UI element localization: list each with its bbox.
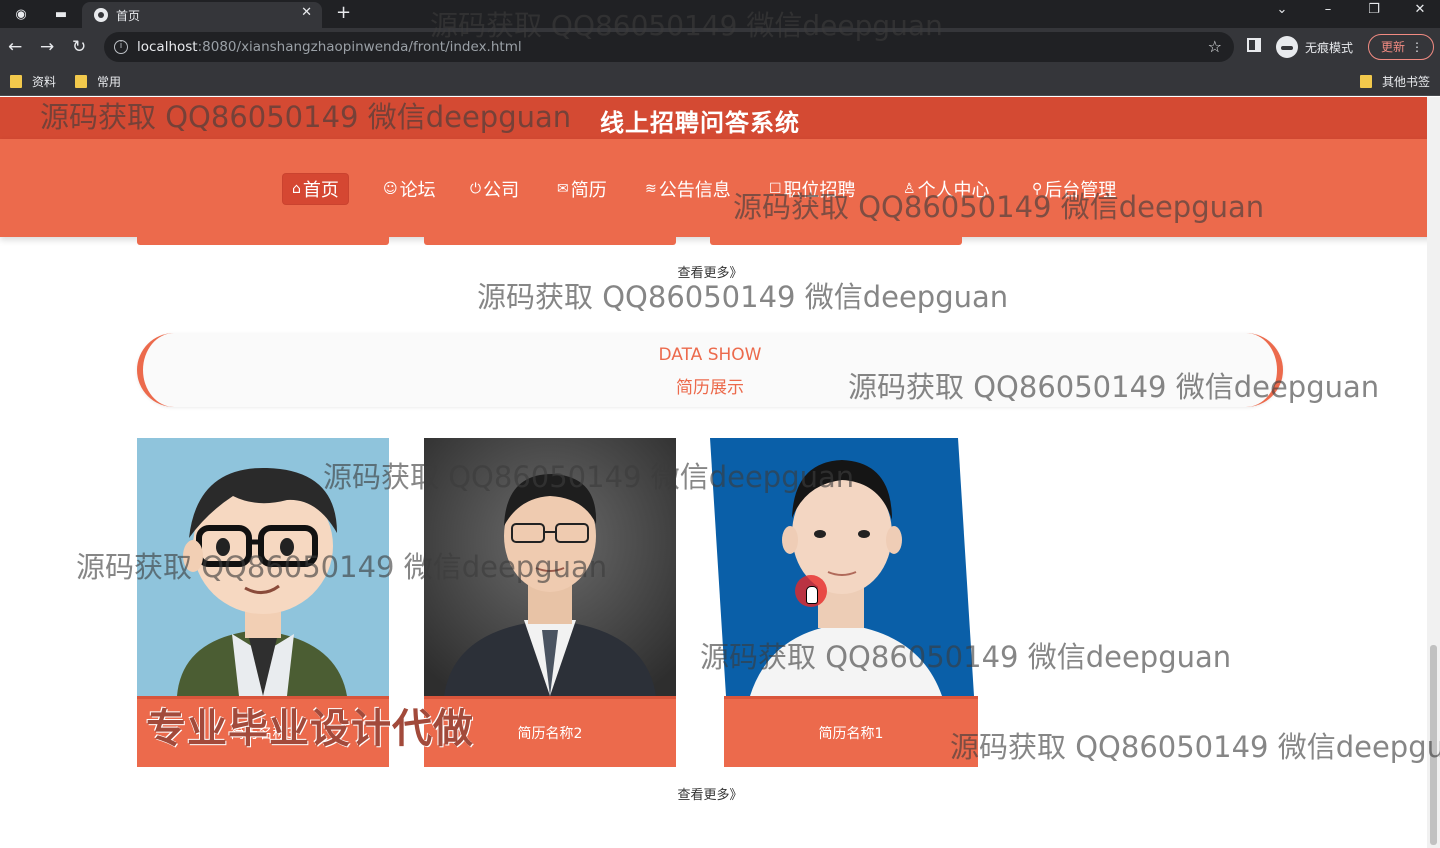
resume-photo[interactable]: [137, 438, 389, 696]
address-bar[interactable]: i localhost:8080/xianshangzhaopinwenda/f…: [104, 32, 1234, 62]
notice-icon: ≋: [645, 181, 657, 197]
watermark-overlay: 专业毕业设计代做: [146, 706, 474, 752]
link-icon: ⚲: [1032, 181, 1043, 197]
window-close-icon[interactable]: ✕: [1405, 2, 1435, 17]
prev-section-more-link[interactable]: 查看更多》: [0, 262, 1420, 281]
close-icon[interactable]: ✕: [301, 5, 312, 20]
incognito-indicator[interactable]: 无痕模式: [1276, 34, 1353, 60]
tab-search-icon[interactable]: ▬: [52, 5, 70, 23]
nav-item-admin[interactable]: ⚲ 后台管理: [1032, 173, 1116, 205]
home-icon: ⌂: [292, 181, 301, 197]
watermark: 源码获取 QQ86050149 微信deepguan: [950, 730, 1440, 764]
main-nav: ⌂ 首页 ☺ 论坛 ⏻ 公司 ✉ 简历 ≋ 公告信息 ☐ 职位招聘 ♙ 个人中心 ⚲ 后台管理: [0, 139, 1440, 237]
resume-card[interactable]: 简历名称1: [710, 438, 978, 767]
bookmark-star-icon[interactable]: ☆: [1208, 37, 1222, 56]
section-title-zh: 简历展示: [676, 378, 744, 398]
section-banner: DATA SHOW 简历展示: [137, 333, 1283, 407]
back-arrow-icon[interactable]: ←: [8, 37, 22, 57]
incognito-icon: [1276, 36, 1298, 58]
incognito-label: 无痕模式: [1305, 40, 1354, 55]
nav-item-resume[interactable]: ✉ 简历: [557, 173, 607, 205]
prev-card-bottom: [710, 237, 962, 245]
resume-photo[interactable]: [424, 438, 676, 696]
folder-icon: [10, 75, 22, 88]
folder-icon: [75, 75, 87, 88]
bookmark-folder-other[interactable]: 其他书签: [1360, 73, 1430, 90]
nav-item-home[interactable]: ⌂ 首页: [282, 173, 349, 205]
bookmarks-bar: 资料 常用 其他书签: [0, 66, 1440, 96]
prev-card-bottom: [137, 237, 389, 245]
browser-profile-icon[interactable]: ◉: [12, 5, 30, 23]
resume-name[interactable]: 简历名称1: [724, 696, 978, 767]
jobs-icon: ☐: [769, 181, 782, 197]
forward-arrow-icon[interactable]: →: [40, 37, 54, 57]
scrollbar-thumb[interactable]: [1430, 645, 1437, 845]
more-menu-icon[interactable]: ⋮: [1411, 35, 1423, 59]
tab-title: 首页: [116, 9, 141, 23]
minimize-icon[interactable]: –: [1313, 2, 1343, 17]
nav-item-profile[interactable]: ♙ 个人中心: [903, 173, 990, 205]
update-label: 更新: [1381, 40, 1406, 54]
forum-icon: ☺: [383, 181, 398, 197]
side-panel-icon[interactable]: [1247, 38, 1261, 52]
prev-card-bottom: [424, 237, 676, 245]
section-title-en: DATA SHOW: [658, 345, 762, 365]
user-icon: ♙: [903, 181, 916, 197]
bookmark-folder-changyong[interactable]: 常用: [75, 73, 121, 90]
folder-icon: [1360, 75, 1372, 88]
site-info-icon[interactable]: i: [114, 40, 128, 54]
browser-tab-home[interactable]: 首页 ✕: [82, 2, 322, 28]
mail-icon: ✉: [557, 181, 569, 197]
restore-icon[interactable]: ❐: [1359, 2, 1389, 17]
reload-icon[interactable]: ↻: [72, 37, 86, 57]
globe-icon: [94, 8, 108, 22]
new-tab-icon[interactable]: +: [336, 2, 351, 23]
browser-toolbar: ← → ↻ i localhost:8080/xianshangzhaopinw…: [0, 28, 1440, 66]
nav-item-notice[interactable]: ≋ 公告信息: [645, 173, 731, 205]
site-title: 线上招聘问答系统: [600, 109, 800, 137]
tab-list-chevron-icon[interactable]: ⌄: [1267, 2, 1297, 17]
resume-photo[interactable]: [710, 438, 978, 696]
browser-tab-strip: ◉ ▬ 首页 ✕ + ⌄ – ❐ ✕: [0, 0, 1440, 28]
resume-more-link[interactable]: 查看更多》: [0, 784, 1420, 803]
hand-cursor-icon: [806, 586, 818, 604]
url-text[interactable]: localhost:8080/xianshangzhaopinwenda/fro…: [137, 39, 522, 55]
nav-item-company[interactable]: ⏻ 公司: [470, 173, 519, 205]
update-button[interactable]: 更新 ⋮: [1368, 34, 1434, 60]
nav-item-forum[interactable]: ☺ 论坛: [383, 173, 436, 205]
nav-item-jobs[interactable]: ☐ 职位招聘: [769, 173, 856, 205]
bookmark-folder-ziliao[interactable]: 资料: [10, 73, 56, 90]
page-scrollbar[interactable]: [1427, 97, 1440, 848]
company-icon: ⏻: [470, 181, 482, 197]
site-header: 线上招聘问答系统: [0, 97, 1440, 139]
